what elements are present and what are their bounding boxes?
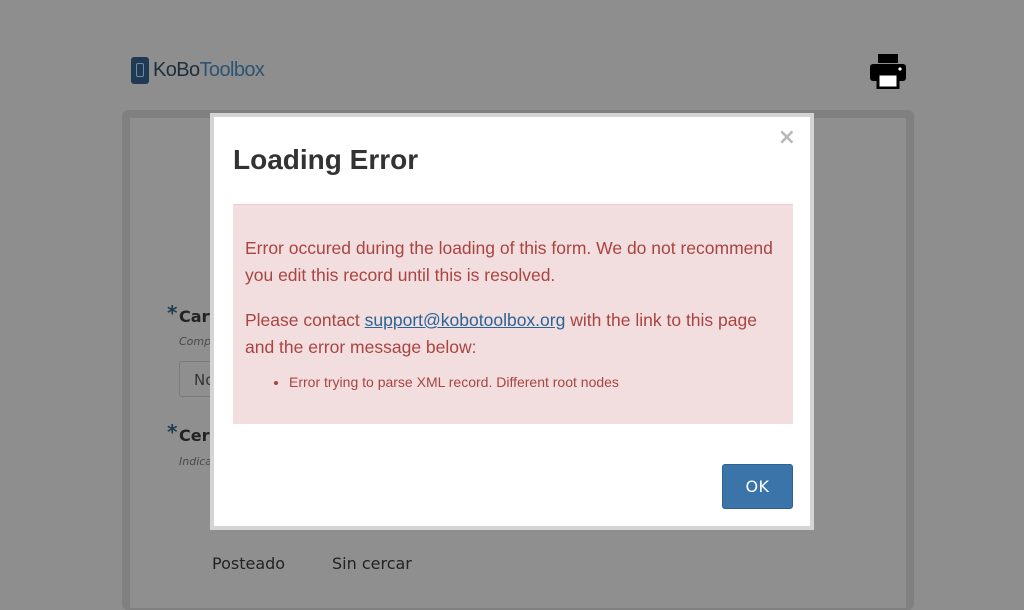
logo-text-toolbox: Toolbox — [199, 59, 265, 81]
dialog-title: Loading Error — [233, 144, 419, 175]
kobo-logo[interactable]: KoBoToolbox — [131, 57, 265, 84]
error-list: Error trying to parse XML record. Differ… — [245, 373, 781, 391]
contact-message: Please contact support@kobotoolbox.org w… — [245, 307, 781, 361]
loading-error-dialog: × Loading Error Error occured during the… — [210, 113, 814, 530]
question1-hint: Comp — [179, 335, 212, 348]
contact-text-before: Please contact — [245, 310, 365, 330]
question2-hint: Indica — [179, 455, 213, 468]
required-star: * — [167, 301, 178, 325]
required-star: * — [167, 420, 178, 444]
printer-icon[interactable] — [869, 53, 907, 89]
close-icon[interactable]: × — [778, 125, 796, 150]
option-sin-cercar[interactable]: Sin cercar — [332, 554, 412, 573]
error-message: Error occured during the loading of this… — [245, 238, 773, 285]
kobo-logo-icon — [131, 57, 149, 84]
logo-text: KoBoToolbox — [153, 59, 265, 82]
support-email-link[interactable]: support@kobotoolbox.org — [365, 310, 566, 330]
ok-button[interactable]: OK — [722, 464, 793, 509]
option-posteado[interactable]: Posteado — [212, 554, 285, 573]
error-list-item: Error trying to parse XML record. Differ… — [289, 373, 781, 391]
logo-text-kobo: KoBo — [153, 59, 200, 81]
error-alert: Error occured during the loading of this… — [233, 204, 793, 424]
